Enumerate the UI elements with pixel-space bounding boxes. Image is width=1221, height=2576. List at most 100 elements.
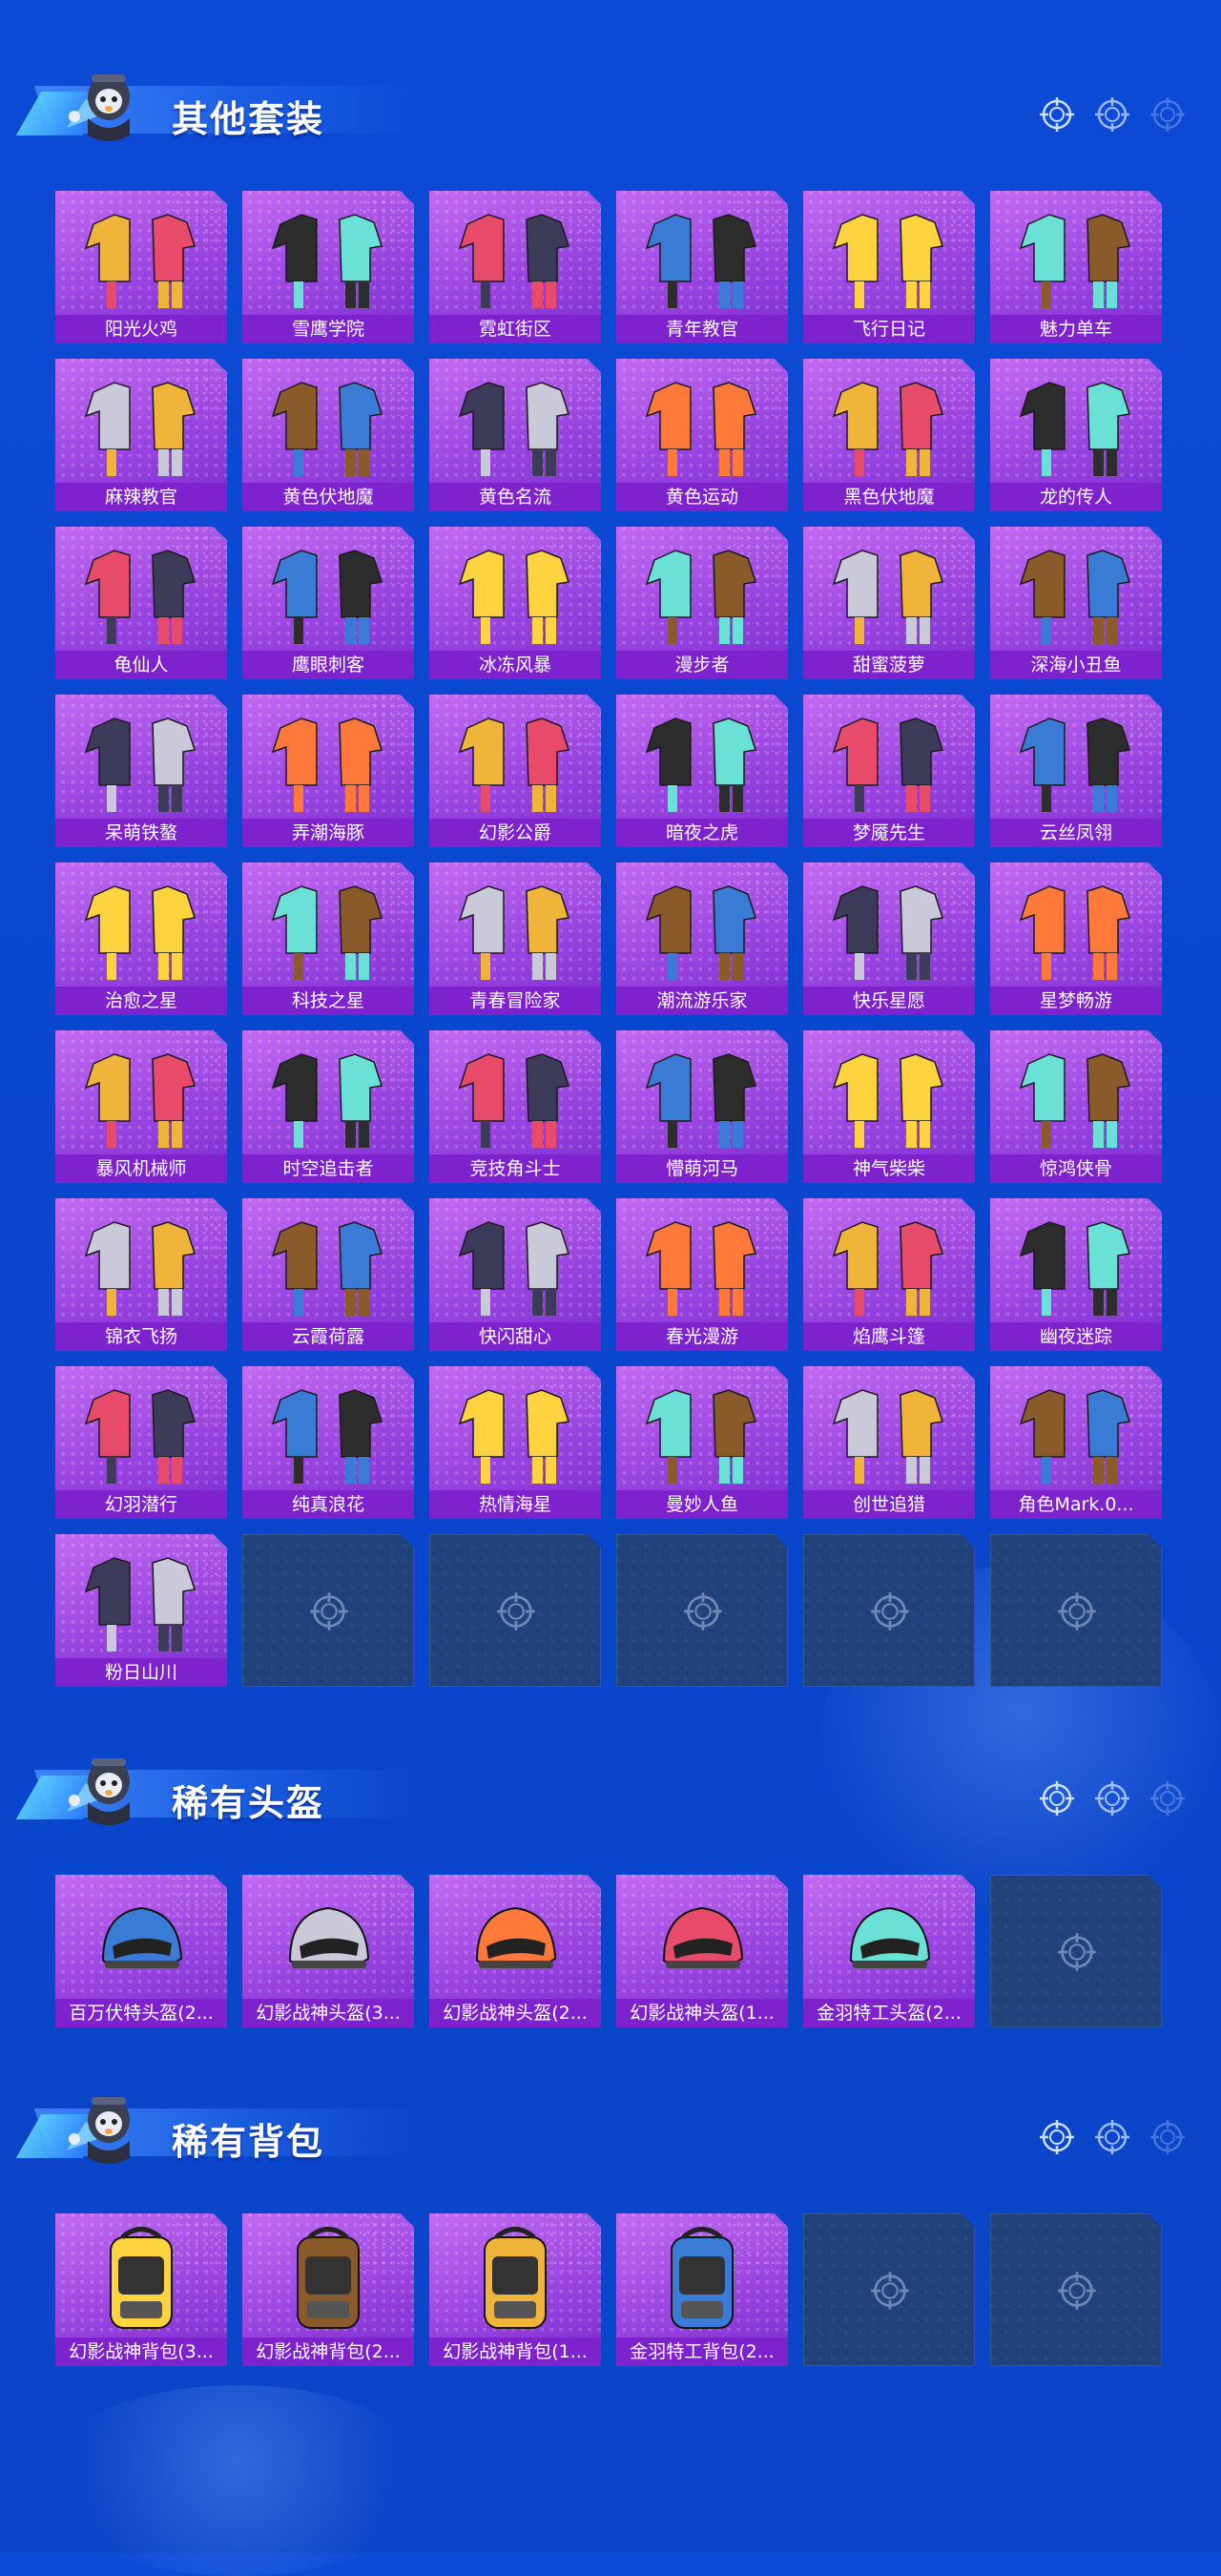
item-card[interactable]: 百万伏特头盔(2... xyxy=(55,1875,227,2027)
item-card[interactable]: 云霞荷露 xyxy=(242,1198,414,1351)
item-card[interactable]: 纯真浪花 xyxy=(242,1366,414,1519)
item-card[interactable]: 梦魇先生 xyxy=(803,695,975,847)
empty-slot xyxy=(242,1534,414,1687)
item-card[interactable]: 角色Mark.0... xyxy=(990,1366,1162,1519)
item-card[interactable]: 云丝凤翎 xyxy=(990,695,1162,847)
item-card[interactable]: 暴风机械师 xyxy=(55,1030,227,1183)
item-card[interactable]: 鹰眼刺客 xyxy=(242,527,414,679)
item-name: 魅力单车 xyxy=(990,315,1162,343)
item-card[interactable]: 麻辣教官 xyxy=(55,359,227,511)
item-card[interactable]: 漫步者 xyxy=(616,527,788,679)
item-card[interactable]: 黄色名流 xyxy=(429,359,601,511)
item-card[interactable]: 竞技角斗士 xyxy=(429,1030,601,1183)
item-name: 焰鹰斗篷 xyxy=(803,1322,975,1351)
item-card[interactable]: 懵萌河马 xyxy=(616,1030,788,1183)
item-card[interactable]: 快闪甜心 xyxy=(429,1198,601,1351)
item-card[interactable]: 幻影战神背包(3... xyxy=(55,2213,227,2366)
item-card[interactable]: 幻影战神头盔(2... xyxy=(429,1875,601,2027)
item-card[interactable]: 弄潮海豚 xyxy=(242,695,414,847)
crosshair-icon xyxy=(871,2272,909,2310)
item-grid: 阳光火鸡 雪鹰学院 霓虹街区 青年教官 飞行日记 魅力单车 麻辣教官 黄色伏地魔… xyxy=(55,191,1162,1687)
item-card[interactable]: 幻影战神头盔(1... xyxy=(616,1875,788,2027)
crosshair-icon xyxy=(1040,97,1074,132)
item-card[interactable]: 惊鸿侠骨 xyxy=(990,1030,1162,1183)
item-card[interactable]: 青年教官 xyxy=(616,191,788,343)
item-card[interactable]: 黄色伏地魔 xyxy=(242,359,414,511)
item-name: 鹰眼刺客 xyxy=(242,651,414,679)
item-name: 黄色名流 xyxy=(429,483,601,511)
item-card[interactable]: 星梦畅游 xyxy=(990,862,1162,1015)
item-card[interactable]: 焰鹰斗篷 xyxy=(803,1198,975,1351)
item-card[interactable]: 阳光火鸡 xyxy=(55,191,227,343)
item-card[interactable]: 金羽特工头盔(2... xyxy=(803,1875,975,2027)
item-card[interactable]: 幻羽潜行 xyxy=(55,1366,227,1519)
item-name: 弄潮海豚 xyxy=(242,819,414,847)
item-name: 黄色运动 xyxy=(616,483,788,511)
header-decor-icons xyxy=(1038,2118,1187,2156)
item-grid: 百万伏特头盔(2... 幻影战神头盔(3... 幻影战神头盔(2... 幻影战神… xyxy=(55,1875,1162,2027)
item-name: 金羽特工背包(2... xyxy=(616,2337,788,2366)
section-title: 稀有头盔 xyxy=(172,1782,325,1824)
backpack-thumbnail xyxy=(484,2227,547,2329)
item-card[interactable]: 龙的传人 xyxy=(990,359,1162,511)
item-card[interactable]: 青春冒险家 xyxy=(429,862,601,1015)
item-name: 幻影战神背包(2... xyxy=(242,2337,414,2366)
item-card[interactable]: 春光漫游 xyxy=(616,1198,788,1351)
header-decor-icons xyxy=(1038,1779,1187,1818)
item-card[interactable]: 锦衣飞扬 xyxy=(55,1198,227,1351)
item-card[interactable]: 创世追猎 xyxy=(803,1366,975,1519)
item-name: 梦魇先生 xyxy=(803,819,975,847)
outfit-thumbnail xyxy=(458,1389,569,1484)
item-card[interactable]: 科技之星 xyxy=(242,862,414,1015)
item-card[interactable]: 治愈之星 xyxy=(55,862,227,1015)
item-card[interactable]: 幽夜迷踪 xyxy=(990,1198,1162,1351)
item-card[interactable]: 雪鹰学院 xyxy=(242,191,414,343)
item-card[interactable]: 快乐星愿 xyxy=(803,862,975,1015)
item-name: 冰冻风暴 xyxy=(429,651,601,679)
item-card[interactable]: 飞行日记 xyxy=(803,191,975,343)
outfit-thumbnail xyxy=(645,550,756,644)
item-card[interactable]: 粉日山川 xyxy=(55,1534,227,1687)
crosshair-icon xyxy=(1058,1592,1096,1631)
item-card[interactable]: 时空追击者 xyxy=(242,1030,414,1183)
outfit-thumbnail xyxy=(458,214,569,308)
item-card[interactable]: 神气柴柴 xyxy=(803,1030,975,1183)
item-card[interactable]: 魅力单车 xyxy=(990,191,1162,343)
item-name: 时空追击者 xyxy=(242,1154,414,1183)
item-name: 春光漫游 xyxy=(616,1322,788,1351)
item-name: 治愈之星 xyxy=(55,987,227,1015)
item-name: 纯真浪花 xyxy=(242,1490,414,1519)
item-card[interactable]: 幻影战神头盔(3... xyxy=(242,1875,414,2027)
item-name: 幻羽潜行 xyxy=(55,1490,227,1519)
item-card[interactable]: 曼妙人鱼 xyxy=(616,1366,788,1519)
item-card[interactable]: 暗夜之虎 xyxy=(616,695,788,847)
item-card[interactable]: 幻影战神背包(1... xyxy=(429,2213,601,2366)
outfit-thumbnail xyxy=(458,1221,569,1316)
item-card[interactable]: 霓虹街区 xyxy=(429,191,601,343)
item-card[interactable]: 甜蜜菠萝 xyxy=(803,527,975,679)
backpack-thumbnail xyxy=(297,2227,360,2329)
item-card[interactable]: 冰冻风暴 xyxy=(429,527,601,679)
item-card[interactable]: 深海小丑鱼 xyxy=(990,527,1162,679)
item-name: 幻影公爵 xyxy=(429,819,601,847)
item-card[interactable]: 呆萌铁螯 xyxy=(55,695,227,847)
item-name: 惊鸿侠骨 xyxy=(990,1154,1162,1183)
mascot-avatar-icon xyxy=(67,1758,130,1825)
backpack-thumbnail xyxy=(110,2227,173,2329)
item-card[interactable]: 幻影战神背包(2... xyxy=(242,2213,414,2366)
item-card[interactable]: 金羽特工背包(2... xyxy=(616,2213,788,2366)
mascot-avatar-icon xyxy=(67,74,130,141)
item-card[interactable]: 潮流游乐家 xyxy=(616,862,788,1015)
outfit-thumbnail xyxy=(832,550,943,644)
item-name: 甜蜜菠萝 xyxy=(803,651,975,679)
item-card[interactable]: 龟仙人 xyxy=(55,527,227,679)
item-card[interactable]: 黑色伏地魔 xyxy=(803,359,975,511)
crosshair-icon xyxy=(1058,1933,1096,1971)
outfit-thumbnail xyxy=(645,382,756,476)
item-card[interactable]: 黄色运动 xyxy=(616,359,788,511)
item-card[interactable]: 幻影公爵 xyxy=(429,695,601,847)
outfit-thumbnail xyxy=(832,1389,943,1484)
item-card[interactable]: 热情海星 xyxy=(429,1366,601,1519)
item-name: 呆萌铁螯 xyxy=(55,819,227,847)
outfit-thumbnail xyxy=(271,1053,383,1148)
